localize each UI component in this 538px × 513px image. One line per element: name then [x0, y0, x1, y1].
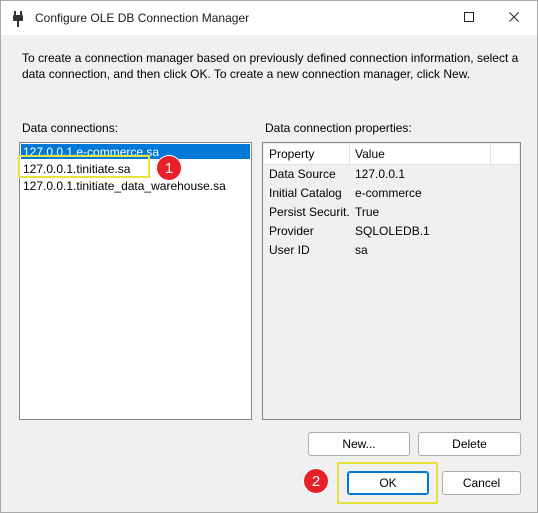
table-row: Persist Securit... True	[264, 203, 519, 222]
list-item-tinitiate-data-warehouse[interactable]: 127.0.0.1.tinitiate_data_warehouse.sa	[21, 178, 250, 194]
property-value: 127.0.0.1	[355, 167, 406, 181]
data-connections-list[interactable]: 127.0.0.1.e-commerce.sa 127.0.0.1.tiniti…	[19, 142, 252, 420]
window-title: Configure OLE DB Connection Manager	[35, 11, 250, 25]
step-marker-1: 1	[156, 155, 182, 181]
property-column-header[interactable]: Property	[264, 144, 350, 164]
table-row: User ID sa	[264, 241, 519, 260]
property-name: Persist Securit...	[269, 205, 350, 219]
highlight-box-ok	[337, 462, 438, 504]
table-row: Initial Catalog e-commerce	[264, 184, 519, 203]
plug-connector-icon	[12, 11, 24, 27]
property-value: True	[355, 205, 380, 219]
properties-header: Property Value	[264, 144, 519, 165]
properties-grid: Property Value Data Source 127.0.0.1 Ini…	[262, 142, 521, 420]
new-button[interactable]: New...	[308, 432, 410, 456]
title-bar[interactable]: Configure OLE DB Connection Manager	[1, 1, 537, 35]
property-value: SQLOLEDB.1	[355, 224, 430, 238]
property-name: Provider	[269, 224, 314, 238]
table-row: Provider SQLOLEDB.1	[264, 222, 519, 241]
property-name: Data Source	[269, 167, 336, 181]
delete-button[interactable]: Delete	[418, 432, 521, 456]
property-value: e-commerce	[355, 186, 422, 200]
maximize-icon	[464, 12, 474, 22]
data-connection-properties-label: Data connection properties:	[265, 121, 412, 135]
close-button[interactable]	[500, 5, 528, 29]
table-row: Data Source 127.0.0.1	[264, 165, 519, 184]
highlight-box-connection	[18, 155, 150, 178]
maximize-button[interactable]	[455, 5, 483, 29]
data-connections-label: Data connections:	[22, 121, 119, 135]
dialog-window: Configure OLE DB Connection Manager To c…	[0, 0, 538, 513]
close-icon	[509, 12, 519, 22]
property-name: User ID	[269, 243, 310, 257]
property-name: Initial Catalog	[269, 186, 342, 200]
instructions-text: To create a connection manager based on …	[22, 51, 519, 81]
property-value: sa	[355, 243, 368, 257]
cancel-button[interactable]: Cancel	[442, 471, 521, 495]
value-column-header[interactable]: Value	[350, 144, 491, 164]
step-marker-2: 2	[303, 468, 329, 494]
